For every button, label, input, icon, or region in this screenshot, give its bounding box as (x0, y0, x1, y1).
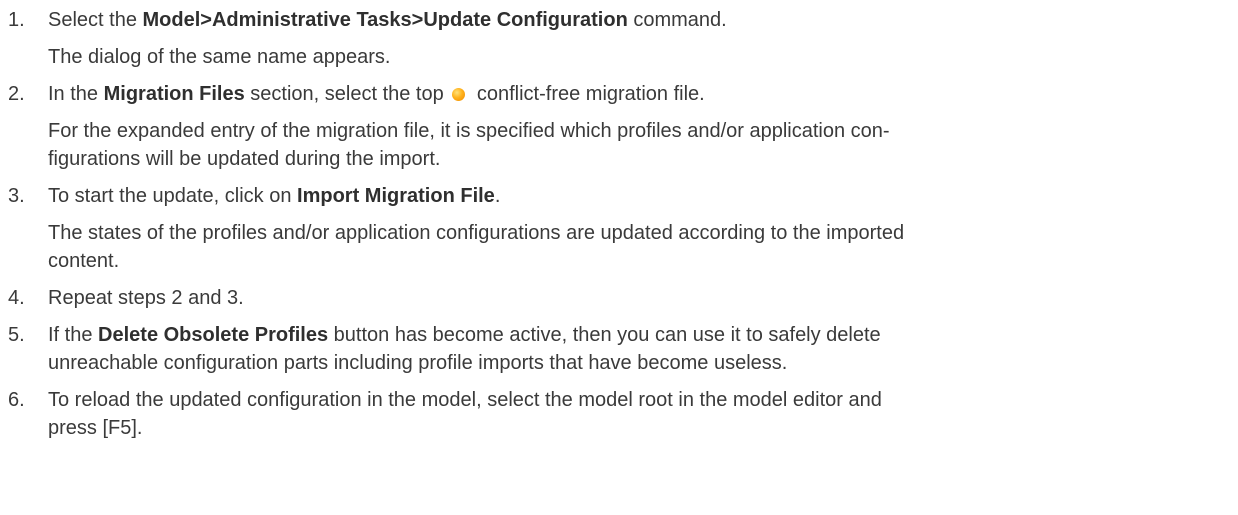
step-instruction: To reload the updated configuration in t… (48, 389, 882, 411)
button-name: Delete Obsolete Profiles (98, 324, 329, 346)
orange-status-dot-icon (452, 88, 466, 101)
menu-command-path: Model>Administrative Tasks>Update Config… (142, 9, 628, 31)
step-number: 6. (8, 389, 25, 411)
step-text: . (494, 185, 501, 207)
step-instruction-continued: press [F5]. (48, 417, 143, 439)
button-name: Import Migration File (297, 185, 495, 207)
step-text: button has become active, then you can u… (328, 324, 881, 346)
step-5: 5. If the Delete Obsolete Profiles butto… (8, 321, 1228, 377)
step-instruction: Select the Model>Administrative Tasks>Up… (48, 6, 1228, 34)
step-2: 2. In the Migration Files section, selec… (8, 80, 1228, 173)
step-number: 1. (8, 9, 25, 31)
step-text: In the (48, 83, 104, 105)
step-number: 5. (8, 324, 25, 346)
step-number: 2. (8, 83, 25, 105)
step-1: 1. Select the Model>Administrative Tasks… (8, 6, 1228, 71)
result-line: content. (48, 250, 120, 272)
step-instruction-continued: unreachable configuration parts includin… (48, 352, 788, 374)
step-text: To start the update, click on (48, 185, 298, 207)
instruction-steps: 1. Select the Model>Administrative Tasks… (0, 0, 1238, 442)
step-number: 3. (8, 185, 25, 207)
step-text: Select the (48, 9, 143, 31)
step-instruction: To start the update, click on Import Mig… (48, 182, 1228, 210)
result-line: The states of the profiles and/or applic… (48, 222, 905, 244)
step-text: section, select the top (244, 83, 450, 105)
step-4: 4. Repeat steps 2 and 3. (8, 284, 1228, 312)
section-name: Migration Files (103, 83, 245, 105)
step-text: command. (627, 9, 727, 31)
step-result: The states of the profiles and/or applic… (48, 219, 1228, 275)
step-instruction: If the Delete Obsolete Profiles button h… (48, 321, 1228, 349)
step-number: 4. (8, 287, 25, 309)
step-result: The dialog of the same name appears. (48, 46, 391, 68)
step-result: For the expanded entry of the migration … (48, 117, 1228, 173)
result-line: For the expanded entry of the migration … (48, 120, 890, 142)
step-6: 6. To reload the updated configuration i… (8, 386, 1228, 442)
step-text: conflict-free migration file. (471, 83, 705, 105)
step-text: If the (48, 324, 99, 346)
step-instruction: Repeat steps 2 and 3. (48, 287, 244, 309)
step-3: 3. To start the update, click on Import … (8, 182, 1228, 275)
result-line: figurations will be updated during the i… (48, 148, 441, 170)
step-instruction: In the Migration Files section, select t… (48, 80, 1228, 108)
